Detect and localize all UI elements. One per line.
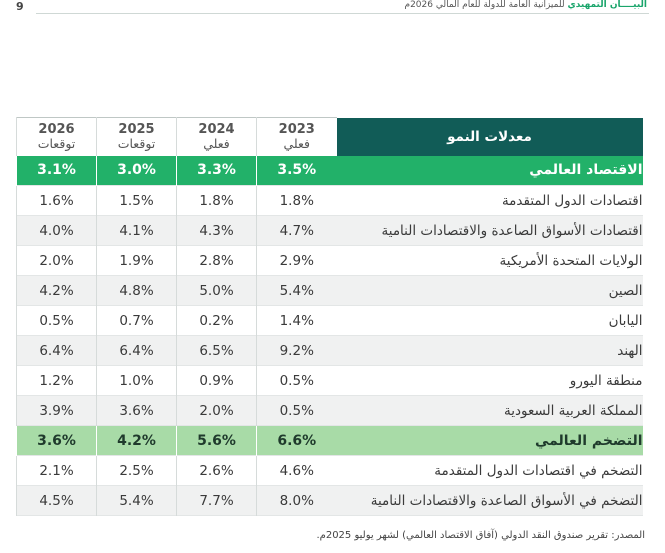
- value-cell: 0.2%: [176, 305, 257, 336]
- row-label: التضخم في اقتصادات الدول المتقدمة: [336, 455, 643, 486]
- value-cell: 9.2%: [256, 335, 337, 366]
- table-row: اليابان 1.4% 0.2% 0.7% 0.5%: [16, 305, 643, 336]
- column-status: فعلي: [283, 135, 311, 151]
- value-cell: 5.0%: [176, 275, 257, 306]
- value-cell: 0.5%: [16, 305, 97, 336]
- value-cell: 1.8%: [176, 185, 257, 216]
- value-cell: 5.4%: [96, 485, 177, 516]
- value-cell: 7.7%: [176, 485, 257, 516]
- table-row: التضخم في الأسواق الصاعدة والاقتصادات ال…: [16, 485, 643, 516]
- table-row: الصين 5.4% 5.0% 4.8% 4.2%: [16, 275, 643, 306]
- value-cell: 4.6%: [256, 455, 337, 486]
- value-cell: 4.2%: [16, 275, 97, 306]
- value-cell: 8.0%: [256, 485, 337, 516]
- value-cell: 1.0%: [96, 365, 177, 396]
- value-cell: 5.4%: [256, 275, 337, 306]
- value-cell: 0.5%: [256, 365, 337, 396]
- row-label: اليابان: [336, 305, 643, 336]
- table-row: الولايات المتحدة الأمريكية 2.9% 2.8% 1.9% 2.…: [16, 245, 643, 276]
- column-header: 2024 فعلي: [176, 117, 257, 156]
- row-label: اقتصادات الدول المتقدمة: [336, 185, 643, 216]
- value-cell: 4.1%: [96, 215, 177, 246]
- value-cell: 1.8%: [256, 185, 337, 216]
- value-cell: 1.4%: [256, 305, 337, 336]
- value-cell: 3.1%: [16, 155, 97, 186]
- row-label: اقتصادات الأسواق الصاعدة والاقتصادات الن…: [336, 215, 643, 246]
- column-year: 2025: [118, 121, 155, 137]
- value-cell: 2.5%: [96, 455, 177, 486]
- page-header: 9 البيــــان التمهيدي للميزانية العامة ل…: [0, 0, 665, 14]
- value-cell: 4.5%: [16, 485, 97, 516]
- table-row: التضخم العالمي 6.6% 5.6% 4.2% 3.6%: [16, 425, 643, 456]
- page-number: 9: [16, 0, 24, 13]
- value-cell: 3.3%: [176, 155, 257, 186]
- row-label: الهند: [336, 335, 643, 366]
- value-cell: 0.7%: [96, 305, 177, 336]
- value-cell: 6.6%: [256, 425, 337, 456]
- value-cell: 2.1%: [16, 455, 97, 486]
- value-cell: 3.6%: [16, 425, 97, 456]
- table-body: الاقتصاد العالمي 3.5% 3.3% 3.0% 3.1% اقتصادات…: [16, 155, 643, 516]
- table-row: الهند 9.2% 6.5% 6.4% 6.4%: [16, 335, 643, 366]
- header-divider: [36, 13, 649, 14]
- value-cell: 4.2%: [96, 425, 177, 456]
- value-cell: 6.4%: [96, 335, 177, 366]
- table-row: المملكة العربية السعودية 0.5% 2.0% 3.6% 3.9%: [16, 395, 643, 426]
- source-note: المصدر: تقرير صندوق النقد الدولي (آفاق ا…: [316, 530, 645, 541]
- value-cell: 3.5%: [256, 155, 337, 186]
- value-cell: 4.3%: [176, 215, 257, 246]
- value-cell: 2.6%: [176, 455, 257, 486]
- value-cell: 0.5%: [256, 395, 337, 426]
- row-label: التضخم العالمي: [336, 425, 643, 456]
- column-status: توقعات: [117, 135, 156, 151]
- table-row: اقتصادات الأسواق الصاعدة والاقتصادات الن…: [16, 215, 643, 246]
- table-row: منطقة اليورو 0.5% 0.9% 1.0% 1.2%: [16, 365, 643, 396]
- value-cell: 4.7%: [256, 215, 337, 246]
- value-cell: 1.5%: [96, 185, 177, 216]
- row-label: منطقة اليورو: [336, 365, 643, 396]
- value-cell: 2.8%: [176, 245, 257, 276]
- value-cell: 3.9%: [16, 395, 97, 426]
- column-year: 2023: [278, 121, 315, 137]
- value-cell: 1.6%: [16, 185, 97, 216]
- value-cell: 4.0%: [16, 215, 97, 246]
- value-cell: 4.8%: [96, 275, 177, 306]
- value-cell: 2.0%: [16, 245, 97, 276]
- value-cell: 1.9%: [96, 245, 177, 276]
- running-header-rest: للميزانية العامة للدولة للعام المالي 202…: [404, 0, 565, 10]
- column-year: 2024: [198, 121, 235, 137]
- value-cell: 3.0%: [96, 155, 177, 186]
- column-header: 2025 توقعات: [96, 117, 177, 156]
- value-cell: 2.9%: [256, 245, 337, 276]
- column-header: 2023 فعلي: [256, 117, 337, 156]
- value-cell: 0.9%: [176, 365, 257, 396]
- running-header-accent: البيــــان التمهيدي: [567, 0, 647, 10]
- table-row: التضخم في اقتصادات الدول المتقدمة 4.6% 2.6…: [16, 455, 643, 486]
- column-header: 2026 توقعات: [16, 117, 97, 156]
- row-label: التضخم في الأسواق الصاعدة والاقتصادات ال…: [336, 485, 643, 516]
- value-cell: 6.5%: [176, 335, 257, 366]
- running-header: البيــــان التمهيدي للميزانية العامة للد…: [404, 0, 647, 10]
- row-label: الصين: [336, 275, 643, 306]
- row-label: الولايات المتحدة الأمريكية: [336, 245, 643, 276]
- value-cell: 6.4%: [16, 335, 97, 366]
- column-year: 2026: [38, 121, 75, 137]
- table-row: الاقتصاد العالمي 3.5% 3.3% 3.0% 3.1%: [16, 155, 643, 186]
- table-title: معدلات النمو: [336, 117, 643, 156]
- value-cell: 2.0%: [176, 395, 257, 426]
- column-status: فعلي: [203, 135, 230, 151]
- value-cell: 3.6%: [96, 395, 177, 426]
- row-label: المملكة العربية السعودية: [336, 395, 643, 426]
- table-row: اقتصادات الدول المتقدمة 1.8% 1.8% 1.5% 1.6%: [16, 185, 643, 216]
- table-header-row: معدلات النمو 2023 فعلي 2024 فعلي 2025 توقعا…: [16, 117, 643, 156]
- column-status: توقعات: [37, 135, 76, 151]
- value-cell: 5.6%: [176, 425, 257, 456]
- row-label: الاقتصاد العالمي: [336, 155, 643, 186]
- value-cell: 1.2%: [16, 365, 97, 396]
- growth-rates-table: معدلات النمو 2023 فعلي 2024 فعلي 2025 توقعا…: [16, 117, 643, 516]
